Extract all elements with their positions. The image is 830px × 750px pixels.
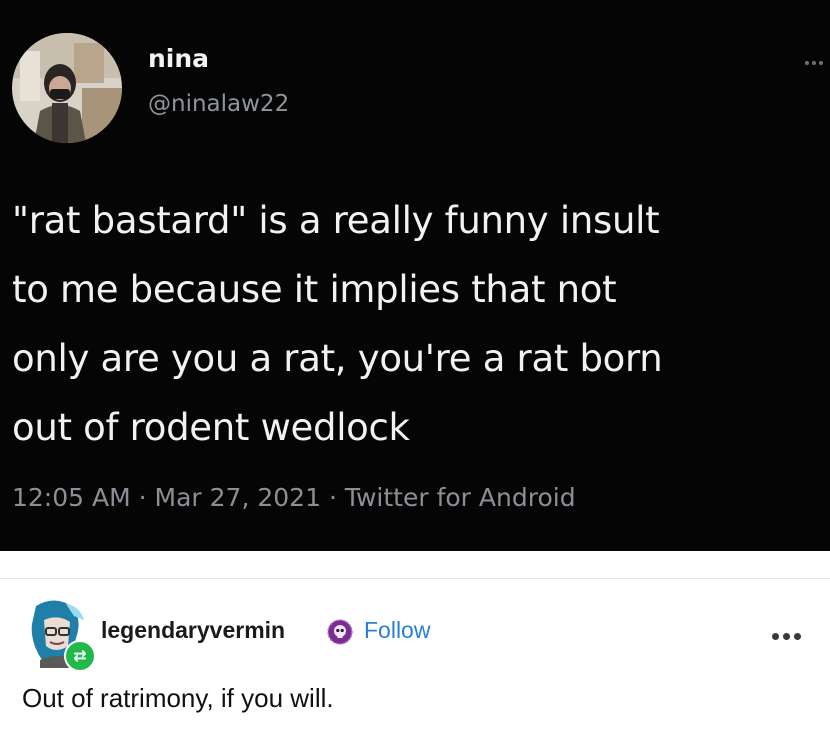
ellipsis-icon[interactable] xyxy=(805,52,830,65)
tweet-time[interactable]: 12:05 AM xyxy=(12,483,131,512)
tweet-card: nina @ninalaw22 "rat bastard" is a reall… xyxy=(0,0,830,551)
tweet-text-line: out of rodent wedlock xyxy=(12,406,410,449)
meta-separator: · xyxy=(328,483,337,512)
tweet-source[interactable]: Twitter for Android xyxy=(345,483,576,512)
tweet-text-line: to me because it implies that not xyxy=(12,268,617,311)
meta-separator: · xyxy=(138,483,147,512)
reblog-icon: ⇄ xyxy=(64,640,96,672)
reblog-username[interactable]: legendaryvermin xyxy=(101,617,285,644)
tweet-date[interactable]: Mar 27, 2021 xyxy=(155,483,321,512)
skull-badge-icon[interactable] xyxy=(327,619,353,645)
tweet-text-line: "rat bastard" is a really funny insult xyxy=(12,199,660,242)
tweet-body: "rat bastard" is a really funny insult t… xyxy=(12,186,822,462)
tweet-text-line: only are you a rat, you're a rat born xyxy=(12,337,663,380)
tweet-metadata: 12:05 AM · Mar 27, 2021 · Twitter for An… xyxy=(12,483,576,512)
tweet-handle[interactable]: @ninalaw22 xyxy=(148,91,289,117)
ellipsis-icon[interactable] xyxy=(772,627,812,640)
section-divider xyxy=(0,578,830,579)
reblog-comment: Out of ratrimony, if you will. xyxy=(22,683,334,713)
follow-button[interactable]: Follow xyxy=(364,617,430,644)
profile-photo-icon xyxy=(12,33,122,143)
tweet-display-name[interactable]: nina xyxy=(148,44,209,73)
tweet-avatar[interactable] xyxy=(12,33,122,143)
